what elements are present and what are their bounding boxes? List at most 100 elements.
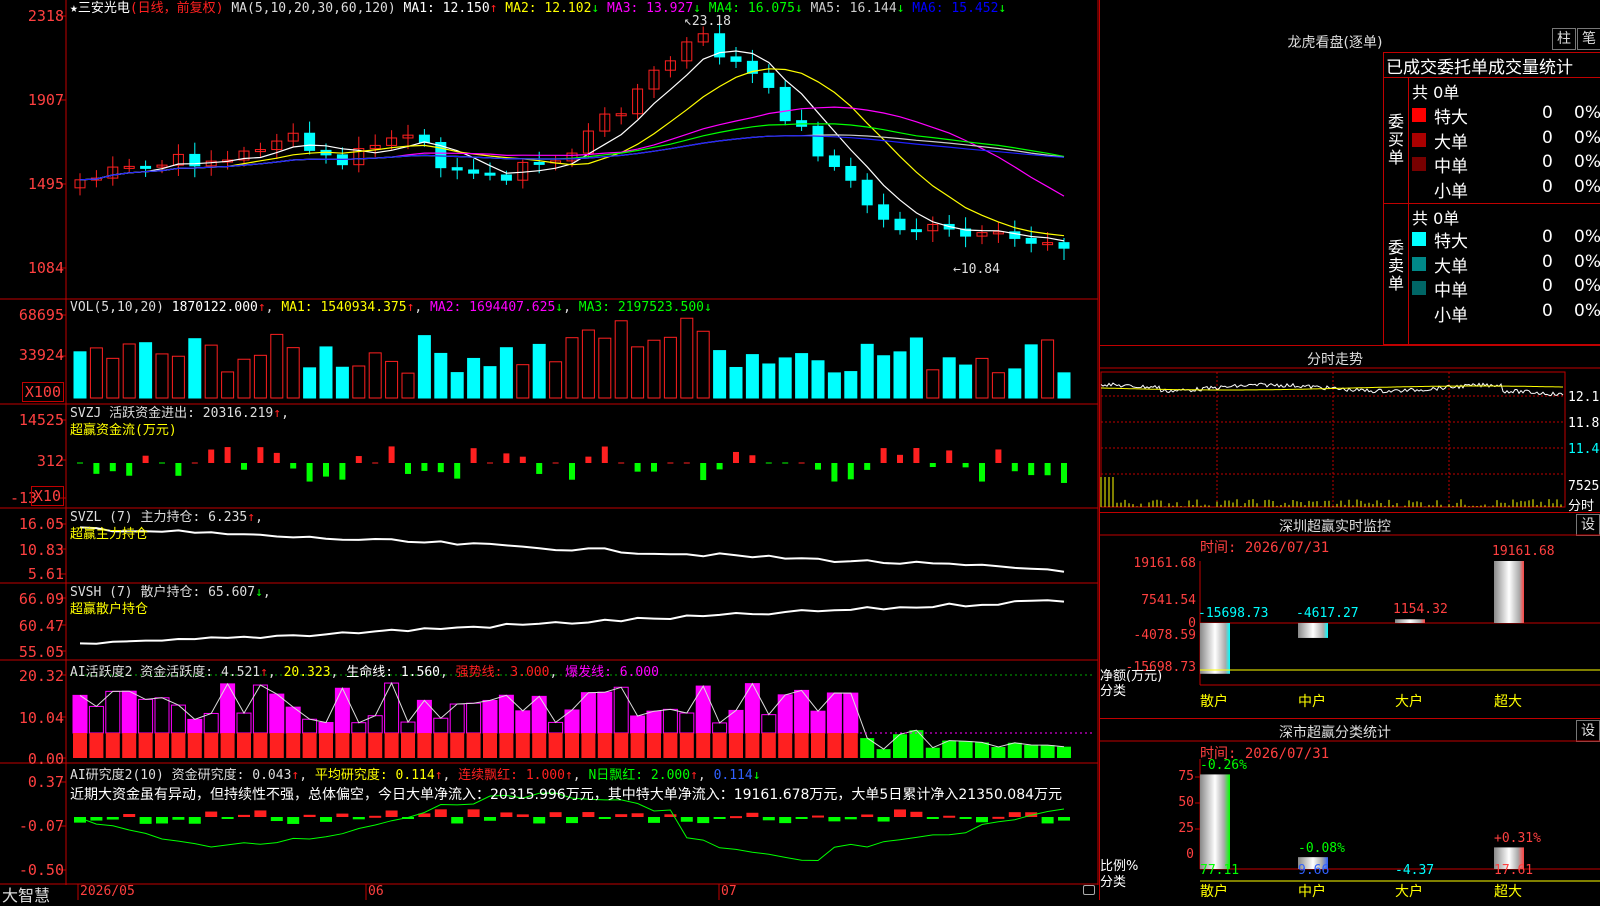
ai1-bar xyxy=(1007,742,1022,758)
svzj-bar xyxy=(651,463,657,472)
stats-xlabel: 分类 xyxy=(1100,875,1127,890)
ai1-base xyxy=(811,733,825,758)
ai1-bar xyxy=(975,742,989,758)
bar-view-button[interactable]: 柱 xyxy=(1552,28,1576,50)
ai1-bar xyxy=(252,684,268,734)
ai1-base xyxy=(105,733,120,758)
volume-bar xyxy=(1041,339,1055,399)
svzj-bar xyxy=(634,463,641,472)
ai1-base xyxy=(122,733,137,758)
ai1-bar xyxy=(548,721,564,734)
svzj-bar xyxy=(601,446,608,463)
ai1-base xyxy=(450,733,465,758)
date-label: 06 xyxy=(368,884,384,899)
candle xyxy=(910,229,922,233)
vol-unit: X100 xyxy=(21,382,64,402)
brand-logo[interactable]: 大智慧 xyxy=(2,882,50,906)
volume-bar xyxy=(827,372,841,399)
order-pct: 0% xyxy=(1574,176,1600,197)
ai2-bar xyxy=(615,814,628,817)
monitor-category: 中户 xyxy=(1298,694,1326,710)
ai1-base xyxy=(597,733,612,758)
volume-bar xyxy=(467,357,481,399)
candle xyxy=(451,167,463,171)
sell-side-label: 委卖单 xyxy=(1388,238,1405,293)
ai2-bar xyxy=(500,812,513,817)
volume-bar xyxy=(745,354,759,399)
candle xyxy=(812,125,824,157)
ai1-label: AI活跃度2 资金活跃度: 4.521 xyxy=(70,665,261,680)
svzj-bar xyxy=(241,463,247,470)
ai2-bar xyxy=(484,817,496,821)
svzj-bar xyxy=(831,463,838,482)
monitor-ylabel: 净额(万元) 分类 xyxy=(1100,669,1162,699)
svzj-bar xyxy=(864,463,871,470)
intraday-panel[interactable]: 分时走势 12.18 11.81 11.44 75256 分时 xyxy=(1099,345,1600,514)
order-count: 0 xyxy=(1542,300,1553,321)
star-icon[interactable]: ★ xyxy=(70,1,78,16)
order-pct: 0% xyxy=(1574,276,1600,296)
sell-total: 共 0单 xyxy=(1412,209,1460,228)
ai1-bar xyxy=(662,708,678,734)
ai1-base xyxy=(712,733,727,758)
svzl-tick: 16.05 xyxy=(18,515,64,533)
ai1-bar xyxy=(384,682,400,734)
ai2-nday: N日飘红: 2.000 xyxy=(588,768,691,783)
vol-label: VOL(5,10,20) xyxy=(70,300,164,315)
volume-bars xyxy=(73,317,1071,399)
ai1-base xyxy=(515,733,530,758)
stock-name: 三安光电 xyxy=(77,1,130,16)
ai1-bar xyxy=(203,712,219,734)
ai1-base xyxy=(565,733,579,758)
volume-bar xyxy=(598,337,612,399)
ai2-bar xyxy=(795,817,808,819)
svzj-bar xyxy=(93,463,100,474)
ai1-bar xyxy=(269,693,285,734)
stats-value: -4.37 xyxy=(1395,863,1435,878)
volume-bar xyxy=(959,364,973,399)
ai1-bar xyxy=(187,718,203,734)
svzl-label: SVZL (7) 主力持仓: 6.235 xyxy=(70,510,248,525)
order-color-swatch xyxy=(1412,232,1426,246)
order-type: 小单 xyxy=(1434,305,1468,326)
volume-bar xyxy=(499,347,513,399)
volume-bar xyxy=(385,360,399,399)
intraday-tick: 11.81 xyxy=(1568,416,1600,431)
svzj-sub: 超赢资金流(万元) xyxy=(70,423,177,438)
ai2-bar xyxy=(205,811,218,817)
stats-labels: 比例% 分类 xyxy=(1100,859,1138,891)
volume-bar xyxy=(581,329,595,399)
stats-category: 大户 xyxy=(1395,884,1423,900)
order-color-swatch xyxy=(1412,108,1426,122)
ai1-base xyxy=(237,733,251,758)
date-label: 07 xyxy=(721,884,737,899)
ma-item: MA5: 16.144 xyxy=(810,1,897,16)
stats-ylabel: 比例% xyxy=(1100,859,1139,874)
lock-icon[interactable] xyxy=(1083,885,1095,895)
ai2-bar xyxy=(680,817,693,822)
ai2-bar xyxy=(598,817,611,819)
period-label[interactable]: 日线，前复权 xyxy=(138,1,216,16)
order-stats-box: 已成交委托单成交量统计 委买单 委卖单 共 0单 共 0单 特大 0 0% 大单 0 0%… xyxy=(1383,52,1600,346)
volume-bar xyxy=(155,353,169,399)
pen-view-button[interactable]: 笔 xyxy=(1577,28,1600,50)
ai1-bar xyxy=(893,734,907,758)
candle xyxy=(484,172,496,176)
ai2-bar xyxy=(303,814,316,817)
volume-bar xyxy=(237,358,251,399)
candle xyxy=(1058,242,1070,249)
ai1-base xyxy=(663,733,678,758)
order-count: 0 xyxy=(1542,176,1553,197)
price-header: ★三安光电(日线，前复权) MA(5,10,20,30,60,120) MA1:… xyxy=(70,1,1007,16)
high-marker: ↖23.18 xyxy=(684,14,731,29)
svzj-bar xyxy=(437,463,444,473)
candle xyxy=(845,165,857,181)
volume-bar xyxy=(73,351,87,399)
volume-bar xyxy=(909,337,923,399)
svzj-bar xyxy=(126,463,133,476)
ai1-bar xyxy=(138,698,154,734)
svzj-bar xyxy=(421,463,428,471)
ai2-bar xyxy=(861,814,874,817)
price-tick: 2318 xyxy=(27,7,64,25)
ai1-bar xyxy=(72,694,88,734)
